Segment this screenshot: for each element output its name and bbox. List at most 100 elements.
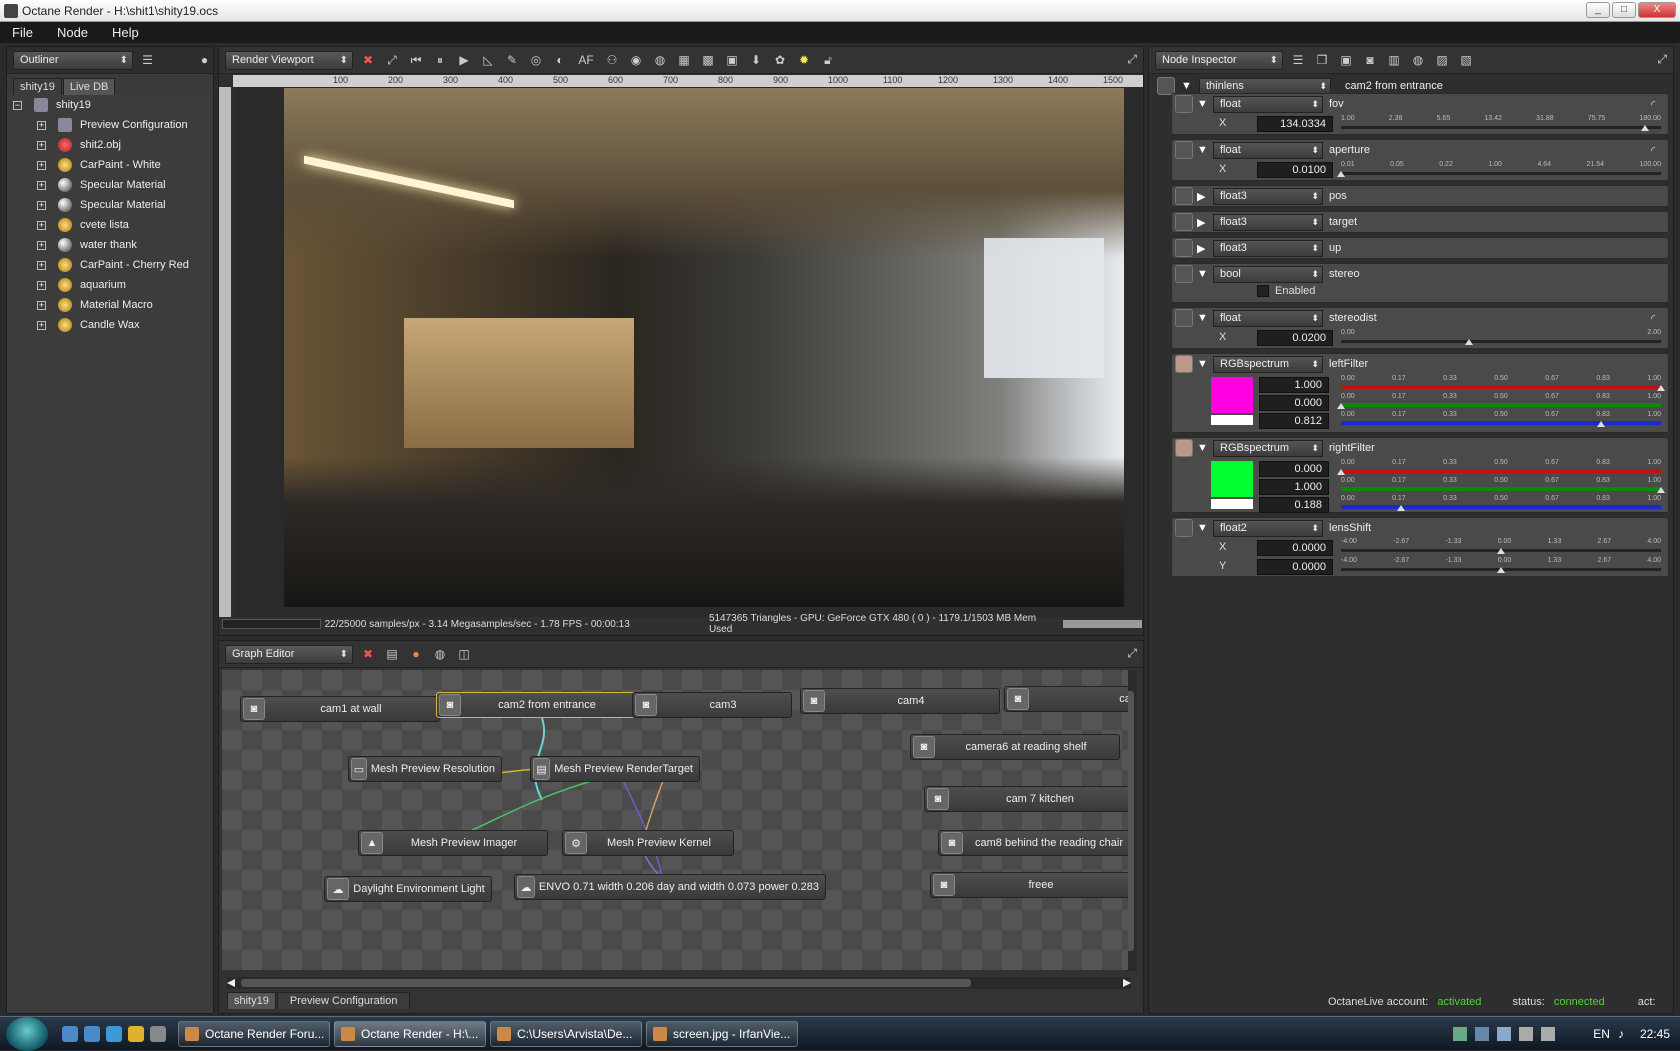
tree-item[interactable]: + Material Macro bbox=[7, 295, 213, 315]
checker-icon[interactable]: ▩ bbox=[699, 51, 717, 69]
globe-icon[interactable]: ◍ bbox=[1409, 51, 1427, 69]
pick-material-icon[interactable]: ◎ bbox=[527, 51, 545, 69]
graph-tab-shity19[interactable]: shity19 bbox=[227, 992, 276, 1009]
maximize-inspector-icon[interactable]: ⤢ bbox=[1657, 52, 1667, 67]
stereodist-curve-icon[interactable]: ◜ bbox=[1651, 312, 1655, 325]
taskbar-item[interactable]: screen.jpg - IrfanVie... bbox=[646, 1020, 798, 1047]
list-icon[interactable]: ☰ bbox=[1289, 51, 1307, 69]
graph-node-freee[interactable]: ◙ freee bbox=[930, 872, 1128, 898]
leftfilter-r-value[interactable]: 1.000 bbox=[1259, 377, 1329, 393]
tool-icon[interactable] bbox=[150, 1025, 166, 1042]
graph-node-cam2[interactable]: ◙ cam2 from entrance bbox=[436, 692, 636, 718]
menu-help[interactable]: Help bbox=[100, 25, 151, 40]
tree-item[interactable]: + aquarium bbox=[7, 275, 213, 295]
graph-node-cam8[interactable]: ◙ cam8 behind the reading chair bbox=[938, 830, 1128, 856]
desktop-icon[interactable] bbox=[62, 1025, 78, 1042]
aperture-curve-icon[interactable]: ◜ bbox=[1651, 144, 1655, 157]
tree-root[interactable]: − shity19 bbox=[7, 95, 213, 115]
copy-icon[interactable]: ❐ bbox=[1313, 51, 1331, 69]
reset-icon[interactable]: ⤢ bbox=[383, 51, 401, 69]
maximize-button[interactable]: □ bbox=[1612, 2, 1636, 18]
autofocus-button[interactable]: AF bbox=[575, 51, 597, 69]
scroll-left-icon[interactable] bbox=[227, 979, 235, 987]
stop-icon[interactable]: ✖ bbox=[359, 645, 377, 663]
graph-node-resolution[interactable]: ▭ Mesh Preview Resolution bbox=[348, 756, 502, 782]
alpha-icon[interactable]: ▦ bbox=[675, 51, 693, 69]
tree-item[interactable]: + Preview Configuration bbox=[7, 115, 213, 135]
tree-item[interactable]: + cvete lista bbox=[7, 215, 213, 235]
collapse-icon[interactable]: ▼ bbox=[1197, 358, 1208, 370]
rightfilter-type-select[interactable]: RGBspectrum bbox=[1213, 439, 1323, 457]
bool-icon[interactable] bbox=[1175, 265, 1193, 283]
lensshift-thumb[interactable] bbox=[1497, 567, 1505, 573]
rightfilter-channel-thumb[interactable] bbox=[1337, 469, 1345, 475]
menu-file[interactable]: File bbox=[0, 25, 45, 40]
tray-icon[interactable] bbox=[1541, 1026, 1556, 1041]
stereodist-type-select[interactable]: float bbox=[1213, 309, 1323, 327]
expand-icon[interactable]: ▶ bbox=[1197, 242, 1205, 255]
node-type-select[interactable]: thinlens bbox=[1199, 77, 1331, 95]
render-image[interactable] bbox=[284, 88, 1124, 607]
expand-icon[interactable]: + bbox=[37, 140, 46, 150]
rightfilter-r-value[interactable]: 0.000 bbox=[1259, 461, 1329, 477]
collapse-icon[interactable]: ▼ bbox=[1197, 98, 1208, 110]
graph-node-cam7[interactable]: ◙ cam 7 kitchen bbox=[924, 786, 1128, 812]
leftfilter-b-value[interactable]: 0.812 bbox=[1259, 413, 1329, 429]
graph-icon[interactable] bbox=[1175, 213, 1193, 231]
collapse-node-icon[interactable]: ▼ bbox=[1181, 80, 1192, 92]
expand-icon[interactable]: + bbox=[37, 320, 46, 330]
lensshift-slider[interactable]: -4.00 -2.67 -1.33 0.00 1.33 2.67 4.00 bbox=[1341, 557, 1661, 573]
leftfilter-channel-thumb[interactable] bbox=[1596, 421, 1605, 427]
language-indicator[interactable]: EN bbox=[1593, 1027, 1610, 1041]
graph-icon[interactable] bbox=[1175, 239, 1193, 257]
stereo-checkbox[interactable] bbox=[1257, 285, 1269, 297]
folder-icon[interactable] bbox=[1175, 355, 1193, 373]
rightfilter-channel-slider[interactable]: 0.00 0.17 0.33 0.50 0.67 0.83 1.00 bbox=[1341, 477, 1665, 493]
outliner-pin-icon[interactable]: ● bbox=[196, 51, 213, 69]
expand-icon[interactable]: + bbox=[37, 180, 46, 190]
tree-item[interactable]: + Candle Wax bbox=[7, 315, 213, 335]
save-icon[interactable]: ▣ bbox=[1337, 51, 1355, 69]
tree-item[interactable]: + Specular Material bbox=[7, 175, 213, 195]
graph-node-imager[interactable]: ▲ Mesh Preview Imager bbox=[358, 830, 548, 856]
fov-slider[interactable]: 1.00 2.38 5.65 13.42 31.88 75.75 180.00 bbox=[1341, 115, 1661, 131]
folder-icon[interactable] bbox=[1175, 439, 1193, 457]
download-icon[interactable]: ⬇ bbox=[747, 51, 765, 69]
rightfilter-channel-thumb[interactable] bbox=[1657, 487, 1665, 493]
measure-icon[interactable]: ◺ bbox=[479, 51, 497, 69]
region-render-icon[interactable]: ◉ bbox=[627, 51, 645, 69]
light-icon[interactable]: ✹ bbox=[795, 51, 813, 69]
expand-icon[interactable]: + bbox=[37, 300, 46, 310]
lensshift-type-select[interactable]: float2 bbox=[1213, 519, 1323, 537]
leftfilter-g-value[interactable]: 0.000 bbox=[1259, 395, 1329, 411]
fov-curve-icon[interactable]: ◜ bbox=[1651, 98, 1655, 111]
tray-icon[interactable] bbox=[1453, 1026, 1468, 1041]
scroll-thumb[interactable] bbox=[241, 979, 971, 987]
lensshift-y-value[interactable]: 0.0000 bbox=[1257, 559, 1333, 575]
graph-node-rendertarget[interactable]: ▤ Mesh Preview RenderTarget bbox=[530, 756, 700, 782]
tree-item[interactable]: + CarPaint - White bbox=[7, 155, 213, 175]
graph-h-scrollbar[interactable] bbox=[227, 977, 1131, 989]
camera-lock-icon[interactable]: ⚇ bbox=[603, 51, 621, 69]
expand-icon[interactable]: + bbox=[37, 220, 46, 230]
graph-node-camera6[interactable]: ◙ camera6 at reading shelf bbox=[910, 734, 1120, 760]
tree-item[interactable]: + water thank bbox=[7, 235, 213, 255]
fov-thumb[interactable] bbox=[1641, 125, 1649, 131]
expand-icon[interactable]: + bbox=[37, 260, 46, 270]
tree-item[interactable]: + CarPaint - Cherry Red bbox=[7, 255, 213, 275]
taskbar-item[interactable]: Octane Render - H:\... bbox=[334, 1020, 486, 1047]
lensshift-slider[interactable]: -4.00 -2.67 -1.33 0.00 1.33 2.67 4.00 bbox=[1341, 538, 1661, 554]
start-button[interactable] bbox=[6, 1016, 48, 1051]
tray-icon[interactable] bbox=[1497, 1026, 1512, 1041]
leftfilter-channel-slider[interactable]: 0.00 0.17 0.33 0.50 0.67 0.83 1.00 bbox=[1341, 375, 1665, 391]
stop-render-icon[interactable]: ✖ bbox=[359, 51, 377, 69]
texture-slot-icon[interactable]: ▧ bbox=[1457, 51, 1475, 69]
tree-item[interactable]: + Specular Material bbox=[7, 195, 213, 215]
stereodist-slider[interactable]: 0.00 2.00 bbox=[1341, 329, 1661, 345]
chrome-icon[interactable] bbox=[128, 1025, 144, 1042]
graph-node-cam5[interactable]: ◙can bbox=[1004, 686, 1128, 712]
taskbar-item[interactable]: C:\Users\Arvista\De... bbox=[490, 1020, 642, 1047]
film-icon[interactable]: ▤ bbox=[383, 645, 401, 663]
stereodist-thumb[interactable] bbox=[1465, 339, 1473, 345]
graph-node-envo[interactable]: ☁ ENVO 0.71 width 0.206 day and width 0.0… bbox=[514, 874, 826, 900]
